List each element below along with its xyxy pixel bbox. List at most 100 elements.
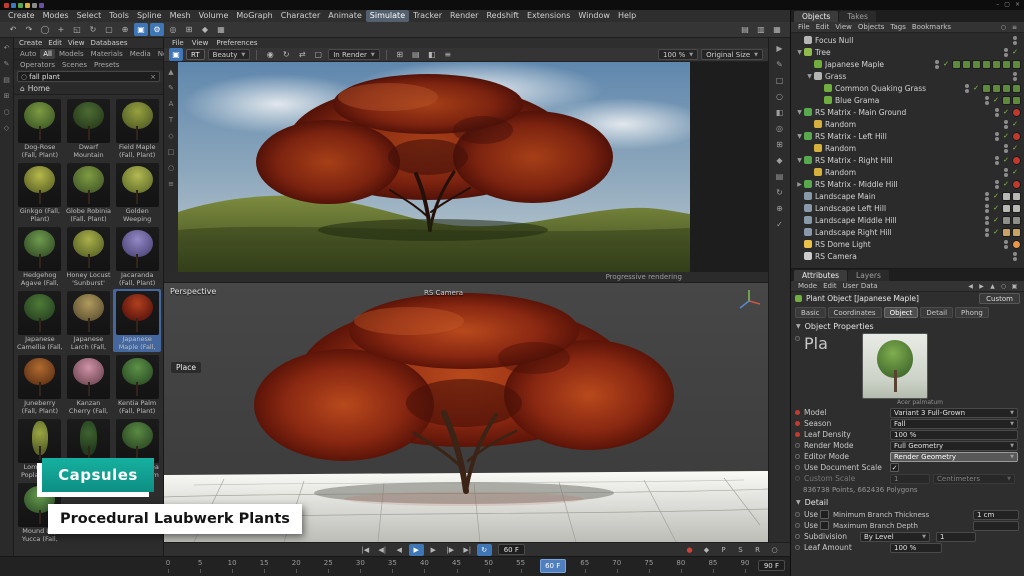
viewport-label[interactable]: Perspective	[170, 287, 216, 296]
tag-chip[interactable]	[992, 60, 1001, 69]
lock-icon[interactable]: ▣	[1009, 282, 1020, 291]
object-row-focus-null[interactable]: Focus Null	[791, 34, 1024, 46]
enabled-check-icon[interactable]: ✓	[1003, 156, 1009, 164]
prop-tab-phong[interactable]: Phong	[955, 307, 989, 318]
menu-modes[interactable]: Modes	[39, 10, 73, 22]
close-icon[interactable]: ×	[1015, 0, 1020, 10]
enabled-check-icon[interactable]: ✓	[993, 216, 999, 224]
enabled-check-icon[interactable]: ✓	[1012, 120, 1018, 128]
text-t-icon[interactable]: T	[165, 114, 177, 125]
object-row-grass[interactable]: ▼Grass	[791, 70, 1024, 82]
axis-gizmo[interactable]	[736, 287, 762, 313]
enabled-check-icon[interactable]: ✓	[1012, 48, 1018, 56]
modes-icon[interactable]: ▦	[214, 23, 228, 36]
object-row-random[interactable]: Random✓	[791, 118, 1024, 130]
rotate-tool-icon[interactable]: ↻	[772, 186, 788, 199]
visibility-dots[interactable]	[985, 96, 989, 105]
enabled-check-icon[interactable]: ✓	[1012, 144, 1018, 152]
record-rotation-icon[interactable]: R	[750, 544, 765, 556]
obj-menu-objects[interactable]: Objects	[855, 22, 887, 33]
render-view-icon[interactable]: ▣	[134, 23, 148, 36]
filter-tab-media[interactable]: Media	[127, 49, 154, 59]
object-row-rs-matrix-right-hill[interactable]: ▼RS Matrix - Right Hill✓	[791, 154, 1024, 166]
field-maximum-branch-depth[interactable]	[973, 521, 1019, 531]
tag-chip[interactable]	[1012, 96, 1021, 105]
visibility-dots[interactable]	[995, 180, 999, 189]
visibility-dots[interactable]	[995, 156, 999, 165]
menu-spline[interactable]: Spline	[133, 10, 166, 22]
tag-chip[interactable]	[1012, 156, 1021, 165]
keyframe-dot[interactable]	[795, 421, 800, 426]
visibility-dots[interactable]	[1004, 168, 1008, 177]
obj-menu-view[interactable]: View	[832, 22, 855, 33]
layout-b-icon[interactable]: ▥	[754, 23, 768, 36]
search-box[interactable]: ○ ×	[17, 71, 160, 82]
keyframe-dot[interactable]	[795, 523, 800, 528]
tag-chip[interactable]	[1012, 204, 1021, 213]
keyframe-dot[interactable]	[795, 454, 800, 459]
visibility-dots[interactable]	[1004, 240, 1008, 249]
tag-chip[interactable]	[1012, 180, 1021, 189]
grid-icon[interactable]: ⊞	[1, 90, 13, 101]
object-row-landscape-right-hill[interactable]: Landscape Right Hill✓	[791, 226, 1024, 238]
object-properties-section[interactable]: ▼ Object Properties	[791, 320, 1024, 333]
tag-chip[interactable]	[1012, 84, 1021, 93]
grid-overlay-icon[interactable]: ⊞	[393, 48, 407, 61]
enabled-check-icon[interactable]: ✓	[993, 96, 999, 104]
object-row-blue-grama[interactable]: Blue Grama✓	[791, 94, 1024, 106]
layout-a-icon[interactable]: ▤	[738, 23, 752, 36]
snap-icon[interactable]: ◆	[198, 23, 212, 36]
snapshot-icon[interactable]: ◉	[263, 48, 277, 61]
enabled-check-icon[interactable]: ✓	[1003, 108, 1009, 116]
field-season[interactable]: Fall▼	[890, 419, 1018, 429]
filter-tab-operators[interactable]: Operators	[17, 60, 58, 70]
tag-chip[interactable]	[982, 84, 991, 93]
timeline-scrubber[interactable]: 60 F	[540, 559, 566, 573]
tab-objects[interactable]: Objects	[794, 11, 838, 22]
object-row-landscape-main[interactable]: Landscape Main✓	[791, 190, 1024, 202]
visibility-dots[interactable]	[935, 60, 939, 69]
menu-icon[interactable]: ≡	[441, 48, 455, 61]
enabled-check-icon[interactable]: ✓	[993, 228, 999, 236]
cursor-icon[interactable]: ▲	[165, 66, 177, 77]
asset-item-dog-rose-fall-plant[interactable]: Dog-Rose (Fall, Plant)	[16, 97, 64, 160]
redo-icon[interactable]: ↷	[22, 23, 36, 36]
menu-help[interactable]: Help	[614, 10, 640, 22]
rv-menu-preferences[interactable]: Preferences	[212, 38, 261, 48]
rv-menu-file[interactable]: File	[168, 38, 188, 48]
tag-chip[interactable]	[1002, 216, 1011, 225]
menu-volume[interactable]: Volume	[195, 10, 233, 22]
rv-menu-view[interactable]: View	[188, 38, 213, 48]
timeline-ruler[interactable]: 90 F 05101520253035404550556065707580859…	[0, 556, 790, 576]
tag-chip[interactable]	[1012, 108, 1021, 117]
render-preview-image[interactable]	[178, 62, 690, 272]
asset-item-japanese-camellia-fall-plant[interactable]: Japanese Camellia (Fall, Plant)	[16, 289, 64, 352]
expander-icon[interactable]: ▼	[805, 73, 814, 80]
ab-menu-view[interactable]: View	[65, 38, 88, 48]
scale-icon[interactable]: ◱	[70, 23, 84, 36]
sphere-icon[interactable]: ○	[1, 106, 13, 117]
visibility-dots[interactable]	[1013, 252, 1017, 261]
snap-diamond-icon[interactable]: ◇	[1, 122, 13, 133]
mirror-tool-icon[interactable]: ◧	[772, 106, 788, 119]
object-row-japanese-maple[interactable]: Japanese Maple✓	[791, 58, 1024, 70]
attr-menu-user-data[interactable]: User Data	[840, 281, 881, 292]
expander-icon[interactable]: ▶	[795, 181, 804, 188]
autokey-icon[interactable]: ◆	[699, 544, 714, 556]
keyframe-dot[interactable]	[795, 443, 800, 448]
visibility-dots[interactable]	[995, 132, 999, 141]
menu-window[interactable]: Window	[574, 10, 614, 22]
filter-tab-auto[interactable]: Auto	[17, 49, 39, 59]
plant-preview-thumbnail[interactable]	[862, 333, 928, 399]
field-leaf-density[interactable]: 100 %	[890, 430, 1018, 440]
obj-menu-edit[interactable]: Edit	[813, 22, 833, 33]
filter-icon[interactable]: ≡	[1009, 23, 1020, 32]
prev-key-icon[interactable]: ◀|	[375, 544, 390, 556]
pen-icon[interactable]: ✎	[1, 58, 13, 69]
loop-icon[interactable]: ↻	[477, 544, 492, 556]
rotate-icon[interactable]: ↻	[86, 23, 100, 36]
menu-mesh[interactable]: Mesh	[166, 10, 195, 22]
asset-item-dwarf-mountain-pine-fall-plant[interactable]: Dwarf Mountain Pine (Fall, Plant)	[65, 97, 113, 160]
expander-icon[interactable]: ▼	[795, 109, 804, 116]
split-icon[interactable]: ◧	[425, 48, 439, 61]
